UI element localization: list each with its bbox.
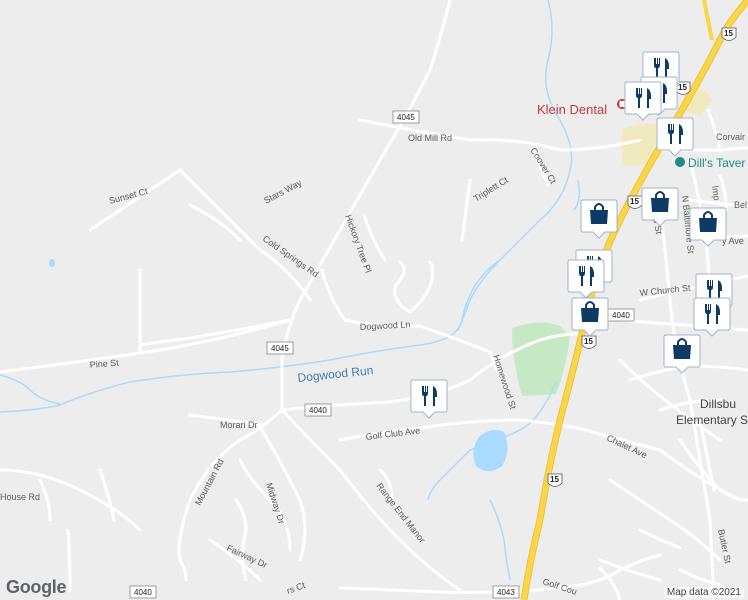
restaurant-marker[interactable] bbox=[567, 259, 605, 299]
svg-text:4040: 4040 bbox=[612, 311, 630, 320]
svg-text:15: 15 bbox=[724, 29, 733, 38]
small-pond bbox=[49, 259, 55, 267]
google-logo: Google bbox=[6, 577, 67, 597]
road-label-courts: rs Ct bbox=[285, 580, 307, 596]
svg-text:15: 15 bbox=[630, 197, 639, 206]
water-label-dogwood-run: Dogwood Run bbox=[297, 363, 374, 385]
road-label-golf-club: Golf Club Ave bbox=[365, 425, 421, 442]
dills-tavern-poi[interactable]: Dill's Taver bbox=[675, 156, 745, 170]
park-area bbox=[512, 322, 570, 396]
shield-us15-c: 15 bbox=[627, 195, 643, 209]
road-label-golf-course: Golf Cou bbox=[541, 576, 578, 596]
klein-dental-poi[interactable]: Klein Dental bbox=[537, 99, 627, 117]
shield-us15-e: 15 bbox=[581, 335, 597, 349]
shield-us15-a: 15 bbox=[721, 27, 737, 41]
road-label-hickory: Hickory Tree Pl bbox=[343, 213, 373, 274]
road-label-w-church: W Church St bbox=[639, 283, 691, 298]
svg-text:4043: 4043 bbox=[497, 588, 515, 597]
road-label-midway: Midway Dr bbox=[264, 482, 287, 526]
road-label-coover: Coover Ct bbox=[528, 146, 558, 186]
shopping-marker[interactable] bbox=[571, 297, 609, 337]
shield-4043: 4043 bbox=[492, 585, 520, 599]
road-label-mountain: Mountain Rd bbox=[193, 457, 226, 507]
school-label-elementary: Elementary Scho bbox=[676, 413, 748, 427]
town-label-dillsburg: Dillsbu bbox=[700, 397, 736, 411]
svg-text:Klein Dental: Klein Dental bbox=[537, 102, 607, 117]
svg-text:15: 15 bbox=[584, 337, 593, 346]
svg-text:15: 15 bbox=[678, 83, 687, 92]
road-label-corvair: Corvair D bbox=[716, 132, 748, 142]
map-attribution[interactable]: Map data ©2021 bbox=[663, 587, 744, 598]
svg-text:4040: 4040 bbox=[134, 588, 152, 597]
svg-text:15: 15 bbox=[550, 475, 559, 484]
shield-4045-mid: 4045 bbox=[266, 341, 294, 355]
shield-4040-right: 4040 bbox=[607, 308, 635, 322]
road-label-house: House Rd bbox=[0, 492, 40, 502]
svg-text:Dill's Taver: Dill's Taver bbox=[688, 156, 745, 170]
shopping-marker[interactable] bbox=[641, 187, 679, 227]
svg-text:4040: 4040 bbox=[309, 406, 327, 415]
svg-text:4045: 4045 bbox=[271, 344, 289, 353]
road-label-morari: Morari Dr bbox=[220, 420, 258, 430]
restaurant-marker[interactable] bbox=[624, 81, 662, 121]
restaurant-marker[interactable] bbox=[656, 117, 694, 157]
shopping-marker[interactable] bbox=[689, 207, 727, 247]
road-label-stars: Stars Way bbox=[262, 177, 303, 205]
road-label-beltway: Bel bbox=[734, 200, 747, 210]
restaurant-marker[interactable] bbox=[693, 297, 731, 337]
shopping-marker[interactable] bbox=[580, 199, 618, 239]
road-label-old-mill: Old Mill Rd bbox=[408, 133, 452, 143]
shield-us15-d: 15 bbox=[547, 473, 563, 487]
restaurant-marker[interactable] bbox=[410, 379, 448, 419]
road-label-imperial: Imp bbox=[710, 185, 722, 201]
road-label-range-end: Range End Manor bbox=[374, 481, 427, 545]
road-label-homewood: Homewood St bbox=[491, 354, 518, 411]
svg-text:4045: 4045 bbox=[397, 113, 415, 122]
shield-4045-top: 4045 bbox=[392, 110, 420, 124]
shield-4040-bottom: 4040 bbox=[129, 585, 157, 599]
road-label-pine: Pine St bbox=[89, 357, 119, 370]
map-canvas[interactable]: Old Mill Rd Hickory Tree Pl Stars Way Su… bbox=[0, 0, 748, 600]
us15-ramp bbox=[702, 0, 714, 41]
road-label-triplett: Triplett Ct bbox=[472, 174, 511, 203]
road-label-dogwood: Dogwood Ln bbox=[360, 319, 411, 332]
shopping-marker[interactable] bbox=[663, 334, 701, 374]
shield-4040-left: 4040 bbox=[304, 403, 332, 417]
pond bbox=[473, 430, 508, 471]
